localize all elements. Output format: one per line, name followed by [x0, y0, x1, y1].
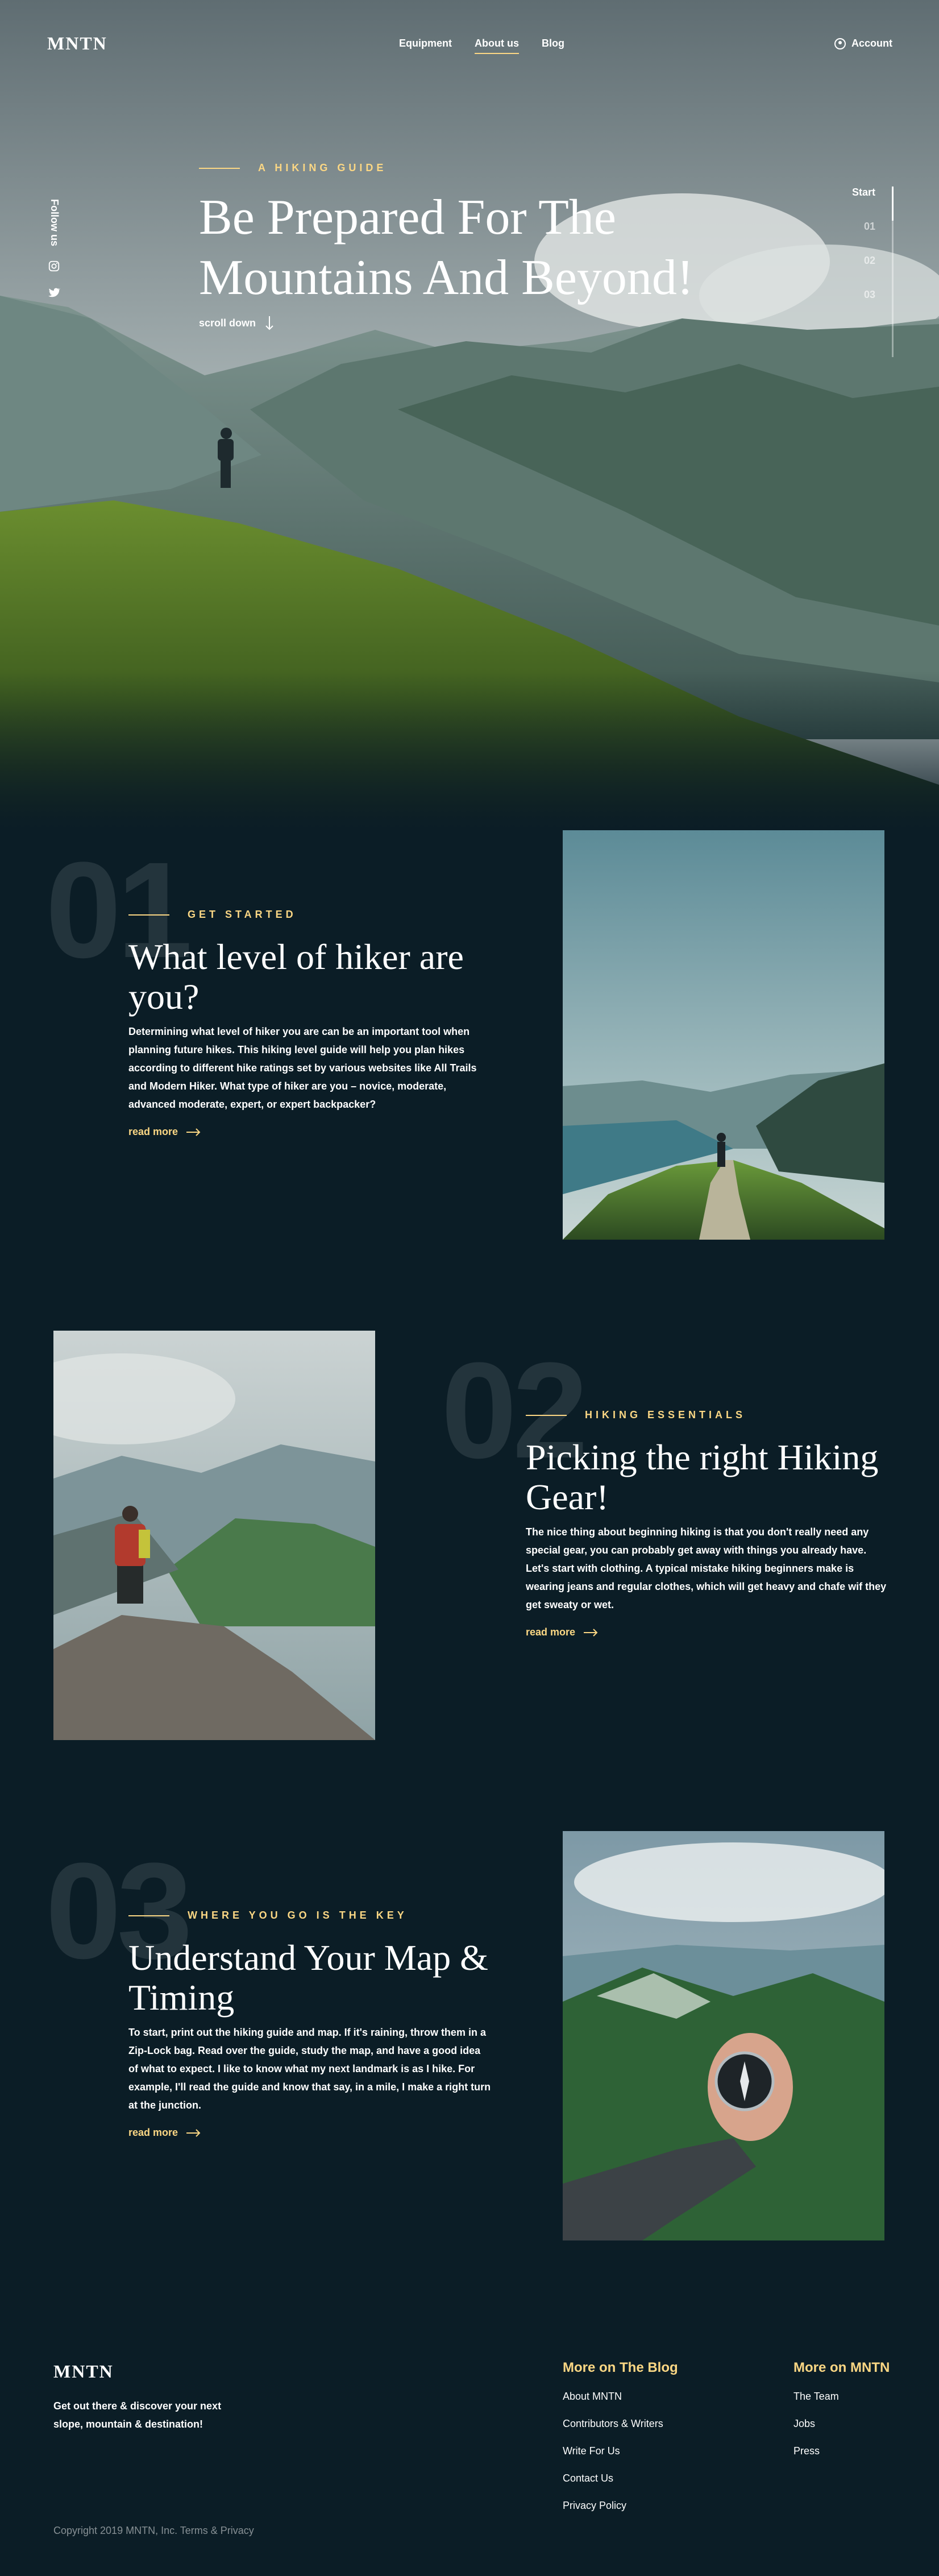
arrow-right-icon	[584, 1628, 598, 1637]
nav-link-equipment[interactable]: Equipment	[399, 38, 452, 54]
hiker-trail-image	[563, 830, 884, 1240]
instagram-icon[interactable]	[48, 260, 60, 272]
nav-link-about-us[interactable]: About us	[475, 38, 519, 54]
footer-tagline: Get out there & discover your next slope…	[53, 2400, 222, 2430]
section-slider: Start 01 02 03	[814, 187, 894, 357]
nav-links: Equipment About us Blog	[399, 38, 564, 54]
section-02: 02 HIKING ESSENTIALS Picking the right H…	[0, 1331, 939, 1831]
hero-eyebrow-text: A HIKING GUIDE	[258, 162, 387, 173]
arrow-down-icon	[265, 316, 273, 330]
compass-image	[563, 1831, 884, 2240]
read-more-link[interactable]: read more	[128, 2127, 201, 2139]
section-title: Picking the right Hiking Gear!	[526, 1437, 879, 1517]
slider-item-start[interactable]: Start	[852, 187, 875, 198]
section-body: Determining what level of hiker you are …	[128, 1026, 477, 1110]
footer-link-about-mntn[interactable]: About MNTN	[563, 2389, 678, 2403]
section-eyebrow: WHERE YOU GO IS THE KEY	[128, 1910, 408, 1921]
arrow-right-icon	[186, 1128, 201, 1136]
section-eyebrow: GET STARTED	[128, 909, 297, 921]
hiker-rock-image	[53, 1331, 375, 1740]
follow-us-label: Follow us	[49, 199, 60, 246]
footer-blog-heading: More on The Blog	[563, 2360, 678, 2375]
nav-link-blog[interactable]: Blog	[542, 38, 564, 54]
slider-item-02[interactable]: 02	[864, 255, 875, 267]
scroll-down-button[interactable]: scroll down	[199, 316, 274, 330]
eyebrow-line	[128, 914, 169, 916]
slider-item-01[interactable]: 01	[864, 221, 875, 233]
slider-item-03[interactable]: 03	[864, 289, 875, 301]
hero-eyebrow: A HIKING GUIDE	[199, 162, 387, 174]
read-more-label: read more	[128, 1126, 178, 1137]
footer: MNTN Get out there & discover your next …	[0, 2331, 939, 2576]
hero: MNTN Equipment About us Blog Account Fol…	[0, 0, 939, 830]
footer-mntn-column: More on MNTN The Team Jobs Press	[793, 2360, 890, 2471]
hero-mountain-image	[0, 0, 939, 830]
footer-link-jobs[interactable]: Jobs	[793, 2417, 890, 2430]
account-label: Account	[851, 38, 892, 49]
section-eyebrow: HIKING ESSENTIALS	[526, 1409, 746, 1421]
section-title: What level of hiker are you?	[128, 937, 464, 1017]
account-button[interactable]: Account	[834, 38, 892, 49]
slider-progress	[892, 187, 894, 221]
footer-link-the-team[interactable]: The Team	[793, 2389, 890, 2403]
section-eyebrow-text: HIKING ESSENTIALS	[585, 1409, 746, 1420]
section-eyebrow-text: GET STARTED	[188, 909, 297, 920]
footer-mntn-heading: More on MNTN	[793, 2360, 890, 2375]
footer-link-contributors[interactable]: Contributors & Writers	[563, 2417, 678, 2430]
section-title: Understand Your Map & Timing	[128, 1937, 488, 2018]
slider-track[interactable]	[892, 187, 894, 357]
footer-link-privacy-policy[interactable]: Privacy Policy	[563, 2499, 678, 2512]
footer-link-write-for-us[interactable]: Write For Us	[563, 2444, 678, 2458]
read-more-label: read more	[128, 2127, 178, 2138]
top-nav: MNTN Equipment About us Blog Account	[0, 33, 939, 56]
scroll-down-label: scroll down	[199, 317, 256, 329]
account-icon	[834, 38, 846, 49]
read-more-link[interactable]: read more	[526, 1626, 598, 1638]
footer-link-press[interactable]: Press	[793, 2444, 890, 2458]
footer-logo[interactable]: MNTN	[53, 2361, 114, 2382]
read-more-label: read more	[526, 1626, 576, 1638]
footer-copyright: Copyright 2019 MNTN, Inc. Terms & Privac…	[53, 2525, 254, 2536]
footer-link-contact-us[interactable]: Contact Us	[563, 2471, 678, 2485]
section-body: The nice thing about beginning hiking is…	[526, 1526, 887, 1610]
section-body: To start, print out the hiking guide and…	[128, 2027, 491, 2111]
social-bar: Follow us	[45, 199, 63, 299]
section-eyebrow-text: WHERE YOU GO IS THE KEY	[188, 1910, 408, 1921]
eyebrow-line	[199, 167, 240, 169]
logo[interactable]: MNTN	[47, 33, 107, 54]
section-01: 01 GET STARTED What level of hiker are y…	[0, 830, 939, 1331]
section-03: 03 WHERE YOU GO IS THE KEY Understand Yo…	[0, 1831, 939, 2331]
eyebrow-line	[526, 1414, 567, 1416]
twitter-icon[interactable]	[48, 286, 60, 299]
footer-blog-column: More on The Blog About MNTN Contributors…	[563, 2360, 678, 2526]
eyebrow-line	[128, 1915, 169, 1916]
arrow-right-icon	[186, 2128, 201, 2137]
hero-title: Be Prepared For The Mountains And Beyond…	[199, 190, 694, 305]
read-more-link[interactable]: read more	[128, 1126, 201, 1138]
